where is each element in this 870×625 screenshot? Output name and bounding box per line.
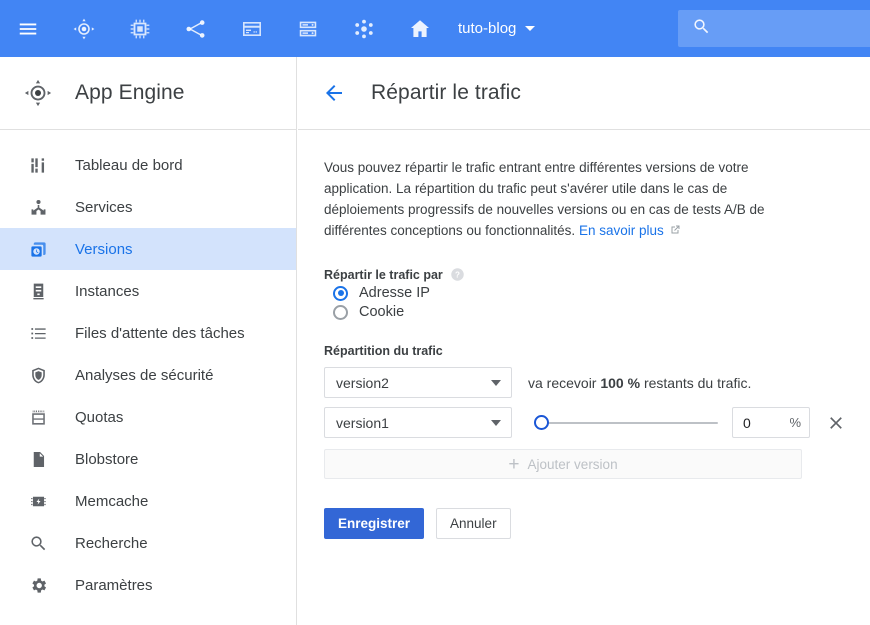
services-icon — [14, 198, 62, 217]
plus-icon: + — [508, 455, 519, 474]
dashboard-icon — [14, 156, 62, 175]
remainder-prefix: va recevoir — [528, 375, 600, 391]
global-search-box[interactable] — [678, 10, 870, 47]
storage-server-icon[interactable] — [280, 0, 336, 57]
version-select-value: version2 — [336, 375, 389, 391]
product-title: App Engine — [75, 81, 185, 105]
sidebar-item-memcache[interactable]: Memcache — [0, 480, 296, 522]
split-by-label: Répartir le trafic par ? — [324, 267, 846, 282]
form-actions: Enregistrer Annuler — [324, 508, 846, 539]
close-x-icon[interactable] — [826, 412, 846, 434]
app-engine-logo-icon — [14, 78, 62, 108]
sidebar-nav: Tableau de bord Services Versions Inst — [0, 130, 296, 606]
sidebar-item-analyses-de-securite[interactable]: Analyses de sécurité — [0, 354, 296, 396]
percent-input[interactable]: 0 % — [732, 407, 810, 438]
radio-label: Cookie — [359, 304, 404, 320]
instances-icon — [14, 282, 62, 301]
traffic-row: version1 0 % — [324, 407, 846, 438]
sidebar-item-recherche[interactable]: Recherche — [0, 522, 296, 564]
sidebar-item-label: Paramètres — [75, 577, 153, 594]
main-header: Répartir le trafic — [298, 57, 870, 130]
sidebar-item-label: Memcache — [75, 493, 148, 510]
traffic-percent-slider[interactable] — [528, 408, 718, 438]
description-text: Vous pouvez répartir le trafic entrant e… — [324, 160, 765, 238]
versions-icon — [14, 240, 62, 259]
percent-unit: % — [789, 415, 801, 430]
version-select-value: version1 — [336, 415, 389, 431]
blobstore-icon — [14, 450, 62, 469]
network-share-icon[interactable] — [168, 0, 224, 57]
traffic-allocation-label-text: Répartition du trafic — [324, 344, 443, 358]
sidebar-item-label: Quotas — [75, 409, 123, 426]
chevron-down-icon — [491, 420, 501, 426]
chevron-down-icon — [491, 380, 501, 386]
back-arrow-icon[interactable] — [322, 81, 346, 105]
sidebar-item-parametres[interactable]: Paramètres — [0, 564, 296, 606]
bigdata-nodes-icon[interactable] — [336, 0, 392, 57]
version-select-1[interactable]: version2 — [324, 367, 512, 398]
settings-gear-icon — [14, 576, 62, 595]
sidebar-item-label: Tableau de bord — [75, 157, 183, 174]
main-content: Répartir le trafic Vous pouvez répartir … — [298, 57, 870, 625]
hamburger-menu-icon[interactable] — [0, 0, 56, 57]
version-select-2[interactable]: version1 — [324, 407, 512, 438]
home-icon[interactable] — [392, 0, 448, 57]
external-link-icon — [669, 221, 681, 242]
radio-option-cookie[interactable]: Cookie — [324, 304, 846, 320]
chevron-down-icon — [525, 26, 535, 31]
traffic-split-form: Vous pouvez répartir le trafic entrant e… — [298, 130, 870, 539]
svg-text:?: ? — [455, 270, 460, 279]
radio-label: Adresse IP — [359, 285, 430, 301]
slider-thumb[interactable] — [534, 415, 549, 430]
sidebar-item-instances[interactable]: Instances — [0, 270, 296, 312]
sidebar-item-label: Recherche — [75, 535, 148, 552]
slider-track — [538, 422, 718, 424]
page-title: Répartir le trafic — [371, 81, 521, 105]
top-app-bar: tuto-blog — [0, 0, 870, 57]
memcache-icon — [14, 492, 62, 511]
project-selector[interactable]: tuto-blog — [448, 0, 541, 57]
sidebar-item-label: Versions — [75, 241, 133, 258]
add-version-label: Ajouter version — [528, 457, 618, 472]
traffic-allocation-label: Répartition du trafic — [324, 344, 846, 358]
product-header[interactable]: App Engine — [0, 57, 296, 130]
split-by-label-text: Répartir le trafic par — [324, 268, 443, 282]
task-queues-icon — [14, 324, 62, 343]
remainder-suffix: restants du trafic. — [640, 375, 751, 391]
cancel-button[interactable]: Annuler — [436, 508, 511, 539]
sidebar-item-files-attente-taches[interactable]: Files d'attente des tâches — [0, 312, 296, 354]
traffic-row: version2 va recevoir 100 % restants du t… — [324, 367, 846, 398]
compute-engine-chip-icon[interactable] — [112, 0, 168, 57]
app-engine-icon[interactable] — [56, 0, 112, 57]
radio-option-adresse-ip[interactable]: Adresse IP — [324, 285, 846, 301]
search-icon — [14, 534, 62, 553]
search-icon — [692, 17, 711, 41]
sidebar-item-services[interactable]: Services — [0, 186, 296, 228]
sidebar-item-blobstore[interactable]: Blobstore — [0, 438, 296, 480]
radio-button[interactable] — [333, 305, 348, 320]
remainder-value: 100 % — [600, 375, 640, 391]
sidebar: App Engine Tableau de bord Services — [0, 57, 297, 625]
save-button[interactable]: Enregistrer — [324, 508, 424, 539]
sidebar-item-label: Files d'attente des tâches — [75, 325, 245, 342]
quotas-icon — [14, 408, 62, 427]
sidebar-item-versions[interactable]: Versions — [0, 228, 296, 270]
search-input[interactable] — [721, 20, 861, 38]
learn-more-link[interactable]: En savoir plus — [579, 223, 664, 238]
remainder-text: va recevoir 100 % restants du trafic. — [528, 375, 751, 391]
sidebar-item-label: Instances — [75, 283, 139, 300]
billing-card-icon[interactable] — [224, 0, 280, 57]
help-circle-icon[interactable]: ? — [450, 267, 465, 282]
sidebar-item-tableau-de-bord[interactable]: Tableau de bord — [0, 144, 296, 186]
sidebar-item-label: Blobstore — [75, 451, 138, 468]
sidebar-item-label: Analyses de sécurité — [75, 367, 213, 384]
security-scans-icon — [14, 366, 62, 385]
radio-button[interactable] — [333, 286, 348, 301]
page-description: Vous pouvez répartir le trafic entrant e… — [324, 157, 784, 242]
sidebar-item-quotas[interactable]: Quotas — [0, 396, 296, 438]
sidebar-item-label: Services — [75, 199, 133, 216]
percent-value: 0 — [743, 415, 751, 431]
project-name: tuto-blog — [458, 20, 516, 37]
add-version-button[interactable]: + Ajouter version — [324, 449, 802, 479]
